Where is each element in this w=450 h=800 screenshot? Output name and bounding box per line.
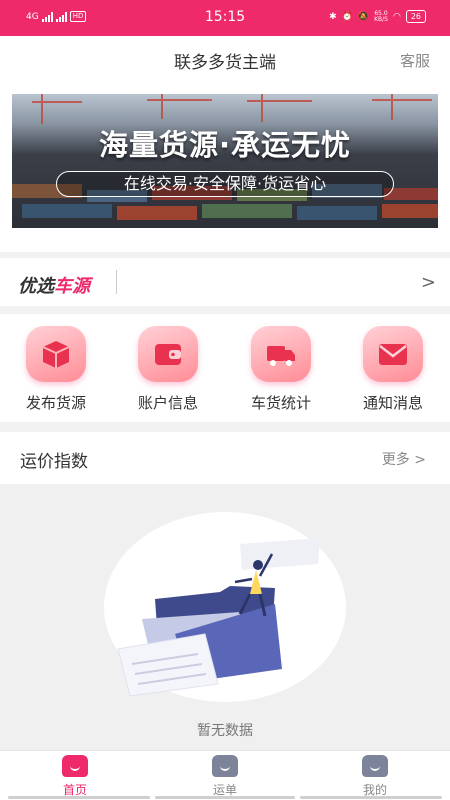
- page-title: 联多多货主端: [174, 53, 276, 73]
- banner-subline: 在线交易·安全保障·货运省心: [56, 171, 394, 197]
- quick-actions: 发布货源 账户信息 车货统计 通知消息: [0, 314, 450, 422]
- chevron-right-icon: >: [414, 452, 426, 468]
- preferred-vehicles-logo: 优选车源: [18, 272, 90, 298]
- quick-action-label: 账户信息: [137, 394, 198, 412]
- quick-action-vehicle-stats[interactable]: 车货统计: [236, 326, 326, 413]
- banner-headline: 海量货源·承运无忧: [98, 128, 352, 162]
- battery-icon: 26: [405, 10, 426, 23]
- price-index-header: 运价指数 更多 >: [0, 432, 450, 484]
- quick-action-publish-cargo[interactable]: 发布货源: [11, 326, 101, 413]
- wallet-icon: [138, 326, 198, 382]
- box-icon: [26, 326, 86, 382]
- status-bar: 4G HD 15:15 ✱ ⏰ 🔕 65.0 KB/S ◠ 26: [0, 0, 450, 36]
- wifi-icon: ◠: [392, 11, 401, 22]
- quick-action-label: 车货统计: [250, 394, 311, 412]
- divider: [116, 270, 117, 294]
- profile-icon: [362, 755, 388, 777]
- net-speed: 65.0 KB/S: [374, 9, 388, 23]
- empty-state: 暂无数据: [0, 484, 450, 750]
- app-header: 联多多货主端 客服: [0, 36, 450, 82]
- quick-action-notifications[interactable]: 通知消息: [348, 326, 438, 413]
- price-index-title: 运价指数: [20, 452, 88, 472]
- logo-part2: 车源: [54, 276, 90, 297]
- more-label: 更多: [381, 452, 410, 468]
- tab-mine[interactable]: 我的: [335, 755, 415, 798]
- quick-action-label: 通知消息: [362, 394, 423, 412]
- empty-message: 暂无数据: [197, 723, 253, 739]
- gesture-bar-mid: [155, 796, 295, 799]
- chevron-right-icon[interactable]: >: [421, 272, 436, 293]
- bluetooth-icon: ✱: [329, 11, 337, 22]
- customer-service-button[interactable]: 客服: [400, 50, 430, 71]
- banner-section: 海量货源·承运无忧 在线交易·安全保障·货运省心: [0, 82, 450, 252]
- preferred-vehicles-bar[interactable]: 优选车源 >: [0, 258, 450, 306]
- tab-home[interactable]: 首页: [35, 755, 115, 798]
- home-icon: [62, 755, 88, 777]
- banner-image[interactable]: 海量货源·承运无忧 在线交易·安全保障·货运省心: [12, 94, 438, 228]
- truck-icon: [251, 326, 311, 382]
- mute-icon: 🔕: [357, 11, 370, 22]
- bottom-tab-bar: 首页 运单 我的: [0, 750, 450, 800]
- more-link[interactable]: 更多 >: [382, 449, 426, 469]
- gesture-bar-left: [8, 796, 150, 799]
- waybill-icon: [212, 755, 238, 777]
- status-right: ✱ ⏰ 🔕 65.0 KB/S ◠ 26: [329, 10, 426, 23]
- gesture-bar-right: [300, 796, 442, 799]
- alarm-icon: ⏰: [341, 11, 353, 22]
- quick-action-label: 发布货源: [25, 394, 86, 412]
- empty-folder-illustration: [117, 538, 320, 697]
- mail-icon: [363, 326, 423, 382]
- logo-part1: 优选: [18, 276, 54, 297]
- quick-action-account-info[interactable]: 账户信息: [123, 326, 213, 413]
- tab-waybill[interactable]: 运单: [185, 755, 265, 798]
